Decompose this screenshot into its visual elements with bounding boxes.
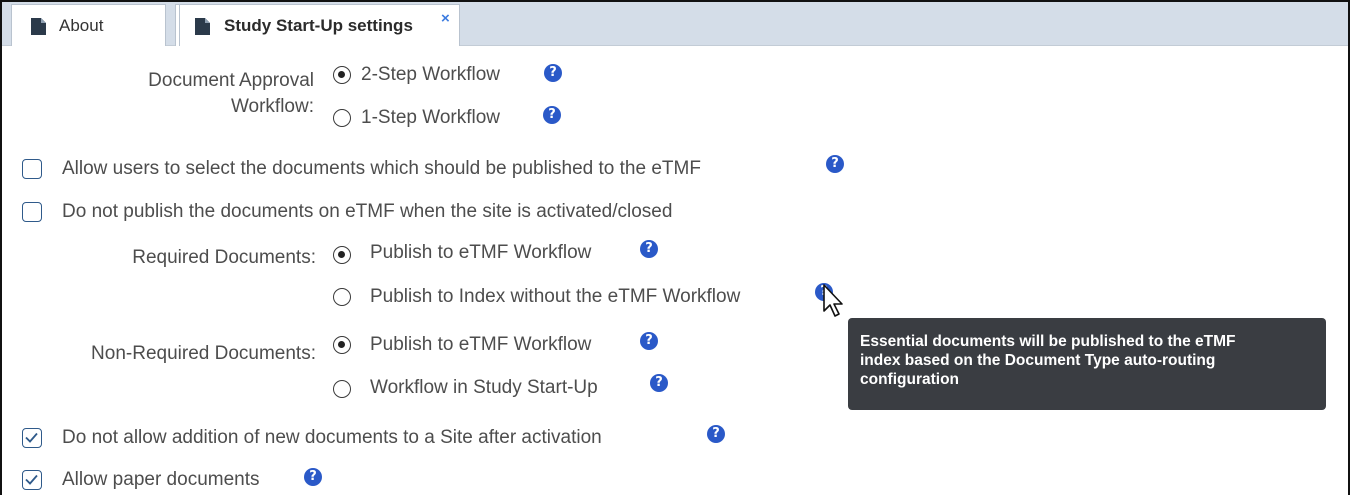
allow-select-checkbox[interactable] [22, 159, 42, 179]
required-option-1-label: Publish to eTMF Workflow [370, 242, 592, 263]
non-required-option-1-label: Publish to eTMF Workflow [370, 334, 592, 355]
radio-non-required-ssu-workflow[interactable] [333, 380, 351, 398]
tooltip-line-1: Essential documents will be published to… [860, 333, 1236, 350]
tooltip-line-3: configuration [860, 371, 960, 388]
tab-settings-label: Study Start-Up settings [224, 16, 413, 35]
tab-study-start-up-settings[interactable]: Study Start-Up settings × [175, 4, 460, 46]
mouse-cursor-icon [823, 284, 843, 317]
document-icon [31, 18, 46, 35]
radio-required-publish-index[interactable] [333, 288, 351, 306]
document-icon [195, 18, 210, 35]
paper-documents-label: Allow paper documents [62, 469, 260, 490]
no-publish-checkbox[interactable] [22, 202, 42, 222]
required-documents-label: Required Documents: [132, 247, 316, 268]
option-2-step-label: 2-Step Workflow [361, 64, 501, 85]
radio-1-step-workflow[interactable] [333, 109, 351, 127]
no-addition-checkbox[interactable] [22, 428, 42, 448]
help-icon[interactable]: ? [544, 64, 562, 82]
tab-bar: About Study Start-Up settings × [2, 2, 1348, 46]
help-icon[interactable]: ? [826, 155, 844, 173]
approval-label-line2: Workflow: [230, 96, 314, 117]
checkmark-icon [25, 474, 38, 485]
no-publish-label: Do not publish the documents on eTMF whe… [62, 201, 673, 222]
radio-2-step-workflow[interactable] [333, 66, 351, 84]
allow-select-label: Allow users to select the documents whic… [62, 158, 701, 179]
help-icon[interactable]: ? [650, 374, 668, 392]
option-1-step-label: 1-Step Workflow [361, 107, 501, 128]
radio-required-publish-etmf[interactable] [333, 246, 351, 264]
close-tab-icon[interactable]: × [441, 11, 450, 26]
tab-about[interactable]: About [11, 4, 166, 46]
radio-non-required-publish-etmf[interactable] [333, 336, 351, 354]
tab-about-label: About [59, 16, 104, 35]
help-icon[interactable]: ? [707, 425, 725, 443]
tooltip-line-2: index based on the Document Type auto-ro… [860, 352, 1216, 369]
approval-label-line1: Document Approval [148, 70, 314, 91]
help-icon[interactable]: ? [304, 468, 322, 486]
help-icon[interactable]: ? [543, 106, 561, 124]
help-tooltip: Essential documents will be published to… [848, 318, 1326, 410]
help-icon[interactable]: ? [640, 332, 658, 350]
non-required-documents-label: Non-Required Documents: [91, 343, 316, 364]
no-addition-label: Do not allow addition of new documents t… [62, 427, 602, 448]
required-option-2-label: Publish to Index without the eTMF Workfl… [370, 286, 741, 307]
paper-documents-checkbox[interactable] [22, 470, 42, 490]
non-required-option-2-label: Workflow in Study Start-Up [370, 377, 598, 398]
checkmark-icon [25, 432, 38, 443]
help-icon[interactable]: ? [640, 240, 658, 258]
